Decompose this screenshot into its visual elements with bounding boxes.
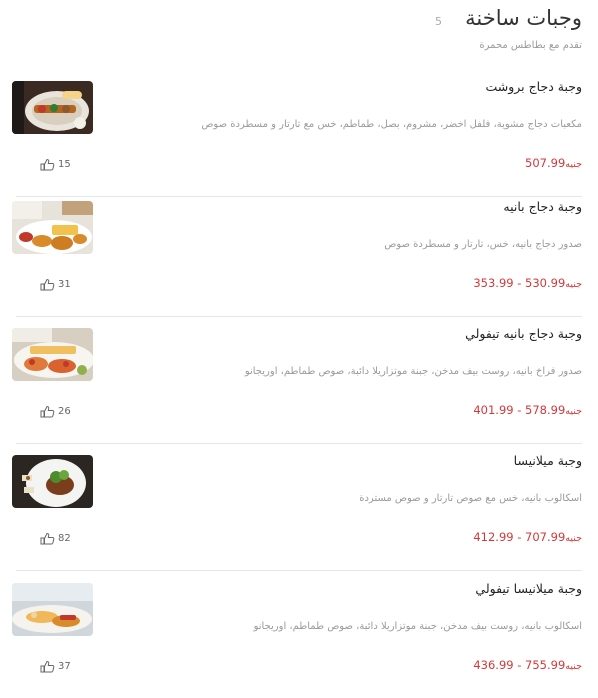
item-name[interactable]: وجبة دجاج بانيه xyxy=(503,199,582,214)
price-value: 353.99 - 530.99 xyxy=(473,276,566,290)
item-name[interactable]: وجبة دجاج بانيه تيفولي xyxy=(465,326,582,341)
thumbs-up-icon xyxy=(40,405,55,418)
like-count: 15 xyxy=(58,159,71,170)
section-header: وجبات ساخنة 5 تقدم مع بطاطس محمرة xyxy=(16,6,582,56)
like-count: 31 xyxy=(58,279,71,290)
like-count: 37 xyxy=(58,661,71,672)
item-name[interactable]: وجبة دجاج بروشت xyxy=(485,79,582,94)
menu-item[interactable]: وجبة دجاج بانيه صدور دجاج بانيه، خس، تار… xyxy=(12,189,582,317)
like-button[interactable]: 15 xyxy=(40,158,71,171)
price-currency: جنيه xyxy=(565,406,582,417)
item-image[interactable] xyxy=(12,328,93,381)
price-currency: جنيه xyxy=(565,279,582,290)
item-description: صدور دجاج بانيه، خس، تارتار و مسطردة صوص xyxy=(384,239,582,250)
price-currency: جنيه xyxy=(565,533,582,544)
item-image[interactable] xyxy=(12,81,93,134)
menu-item[interactable]: وجبة دجاج بانيه تيفولي صدور فراخ بانيه، … xyxy=(12,316,582,444)
thumbs-up-icon xyxy=(40,278,55,291)
like-count: 26 xyxy=(58,406,71,417)
price-currency: جنيه xyxy=(565,661,582,672)
like-button[interactable]: 37 xyxy=(40,660,71,673)
thumbs-up-icon xyxy=(40,660,55,673)
item-price: 353.99 - 530.99جنيه xyxy=(473,276,582,290)
price-currency: جنيه xyxy=(565,159,582,170)
section-title: وجبات ساخنة xyxy=(465,6,582,30)
price-value: 436.99 - 755.99 xyxy=(473,658,566,672)
item-image[interactable] xyxy=(12,201,93,254)
thumbs-up-icon xyxy=(40,532,55,545)
item-count: 5 xyxy=(435,15,442,28)
price-value: 412.99 - 707.99 xyxy=(473,530,566,544)
item-name[interactable]: وجبة ميلانيسا xyxy=(514,453,582,468)
price-value: 507.99 xyxy=(525,156,566,170)
like-button[interactable]: 26 xyxy=(40,405,71,418)
item-price: 436.99 - 755.99جنيه xyxy=(473,658,582,672)
price-value: 401.99 - 578.99 xyxy=(473,403,566,417)
menu-item[interactable]: وجبة ميلانيسا اسكالوب بانيه، خس مع صوص ت… xyxy=(12,443,582,571)
item-description: صدور فراخ بانيه، روست بيف مدخن، جبنة موت… xyxy=(244,366,582,377)
like-count: 82 xyxy=(58,533,71,544)
thumbs-up-icon xyxy=(40,158,55,171)
item-description: اسكالوب بانيه، خس مع صوص تارتار و صوص مس… xyxy=(359,493,582,504)
menu-item[interactable]: وجبة ميلانيسا تيفولي اسكالوب بانيه، روست… xyxy=(12,571,582,698)
item-price: 507.99جنيه xyxy=(525,156,582,170)
like-button[interactable]: 82 xyxy=(40,532,71,545)
item-description: مكعبات دجاج مشوية، فلفل اخضر، مشروم، بصل… xyxy=(201,119,582,130)
item-price: 401.99 - 578.99جنيه xyxy=(473,403,582,417)
section-subtitle: تقدم مع بطاطس محمرة xyxy=(479,40,582,51)
item-image[interactable] xyxy=(12,583,93,636)
item-image[interactable] xyxy=(12,455,93,508)
like-button[interactable]: 31 xyxy=(40,278,71,291)
item-name[interactable]: وجبة ميلانيسا تيفولي xyxy=(475,581,582,596)
item-price: 412.99 - 707.99جنيه xyxy=(473,530,582,544)
item-description: اسكالوب بانيه، روست بيف مدخن، جبنة موتزا… xyxy=(253,621,582,632)
menu-item[interactable]: وجبة دجاج بروشت مكعبات دجاج مشوية، فلفل … xyxy=(12,69,582,197)
